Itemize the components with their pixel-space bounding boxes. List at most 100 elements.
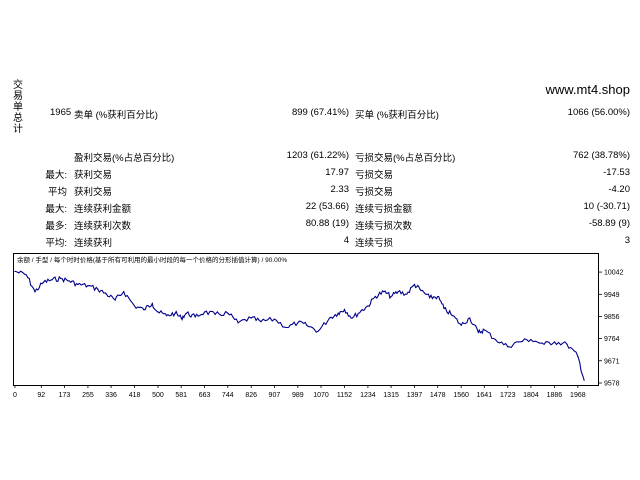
data-point (328, 317, 331, 319)
data-point (105, 293, 108, 295)
data-point (165, 314, 168, 317)
stat-right-value: -4.20 (608, 184, 630, 195)
plot-frame (13, 253, 599, 386)
x-tick-label: 907 (269, 392, 281, 399)
stat-right-label: 连续亏损金额 (355, 204, 413, 215)
data-point (443, 307, 445, 310)
data-point (42, 281, 45, 283)
data-point (25, 274, 28, 276)
buy-label: 买单 (%获利百分比) (355, 110, 439, 121)
stat-right-label: 亏损交易 (355, 170, 394, 181)
stat-left-label: 获利交易 (74, 187, 113, 198)
y-tick-label: 9578 (604, 381, 620, 388)
data-point (351, 317, 354, 319)
stat-right-value: 3 (624, 235, 630, 246)
x-tick-label: 1723 (500, 392, 516, 399)
data-point (174, 312, 176, 314)
data-point (437, 295, 439, 298)
stat-left-label: 连续获利金额 (74, 204, 132, 215)
data-point (429, 297, 431, 299)
y-tick-label: 9671 (604, 358, 620, 365)
data-point (406, 293, 408, 295)
stat-left-value: 80.88 (19) (305, 218, 349, 229)
stat-left-value: 4 (343, 235, 349, 246)
x-tick-label: 1152 (337, 392, 352, 399)
data-point (123, 291, 125, 293)
data-point (273, 318, 275, 320)
data-point (14, 270, 16, 272)
data-point (204, 311, 206, 313)
data-point (297, 322, 299, 324)
x-tick-label: 1478 (430, 392, 446, 399)
loss-trades-label: 亏损交易(%占总百分比) (355, 153, 456, 164)
data-point (383, 291, 385, 293)
data-point (97, 288, 99, 290)
data-point (87, 285, 89, 287)
data-point (583, 379, 585, 381)
data-point (530, 338, 532, 341)
profit-trades-label: 盈利交易(%占总百分比) (74, 153, 175, 164)
stat-left-label: 连续获利次数 (74, 221, 132, 232)
total-trades: 1965 (50, 107, 72, 118)
x-tick-label: 0 (13, 392, 17, 399)
data-point (151, 303, 153, 305)
data-point (543, 343, 545, 345)
data-point (260, 320, 262, 323)
stat-prefix: 平均 (47, 187, 67, 198)
x-tick-label: 1070 (313, 392, 329, 399)
data-point (374, 295, 376, 298)
buy-value: 1066 (56.00%) (567, 107, 630, 118)
x-tick-label: 1804 (523, 392, 539, 399)
data-point (566, 343, 568, 345)
stat-left-value: 22 (53.66) (305, 201, 349, 212)
data-point (553, 341, 555, 343)
data-point (306, 324, 308, 326)
data-point (337, 312, 339, 314)
stat-prefix: 平均: (45, 238, 67, 249)
stat-right-label: 连续亏损 (355, 238, 394, 249)
data-point (194, 316, 196, 318)
data-point (157, 311, 159, 313)
stat-left-label: 获利交易 (74, 170, 113, 181)
x-tick-label: 255 (82, 392, 94, 399)
data-point (68, 280, 70, 282)
stat-prefix: 最多: (45, 221, 67, 232)
stat-right-label: 连续亏损次数 (355, 221, 413, 232)
stat-left-label: 连续获利 (74, 238, 113, 249)
chart-legend: 余额 / 手型 / 每个时时价格(基于所有可利用的最小时段的每一个价格的分形插值… (17, 255, 287, 264)
data-point (451, 314, 454, 317)
stat-left-value: 17.97 (325, 167, 349, 178)
data-point (286, 326, 288, 329)
x-tick-label: 989 (292, 392, 304, 399)
data-point (390, 295, 392, 298)
data-point (180, 317, 182, 319)
x-tick-label: 663 (199, 392, 211, 399)
data-point (517, 341, 519, 343)
x-tick-label: 581 (175, 392, 187, 399)
x-tick-label: 1315 (383, 392, 399, 399)
x-tick-label: 500 (152, 392, 164, 399)
data-point (51, 279, 53, 281)
data-point (397, 291, 399, 293)
data-point (143, 309, 145, 311)
data-point (460, 324, 462, 326)
data-point (77, 283, 79, 286)
data-point (507, 346, 509, 348)
stat-right-label: 亏损交易 (355, 187, 394, 198)
data-point (483, 329, 485, 331)
stat-left-value: 2.33 (330, 184, 350, 195)
data-point (237, 322, 239, 324)
data-point (413, 283, 416, 286)
data-point (34, 291, 36, 293)
chart-svg: 余额 / 手型 / 每个时时价格(基于所有可利用的最小时段的每一个价格的分形插值… (13, 253, 624, 399)
data-point (133, 305, 136, 307)
x-tick-label: 418 (129, 392, 141, 399)
data-point (60, 277, 62, 280)
data-point (343, 309, 346, 311)
x-tick-label: 744 (222, 392, 234, 399)
data-point (185, 312, 188, 314)
x-tick-label: 1968 (570, 392, 586, 399)
stat-right-value: -17.53 (603, 167, 630, 178)
data-point (469, 317, 471, 319)
bottom-blank-area (0, 403, 640, 480)
